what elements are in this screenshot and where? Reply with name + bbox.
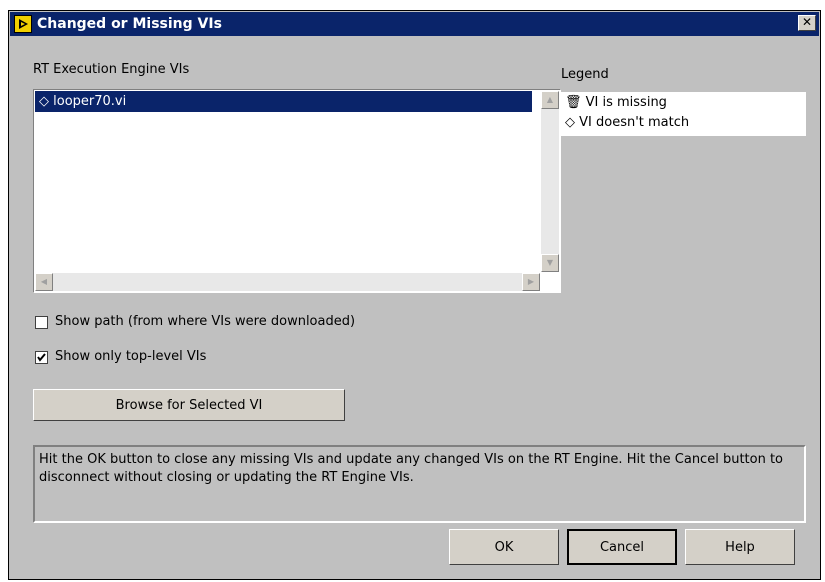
scroll-down-icon[interactable]: ▼ (541, 254, 559, 272)
horizontal-scrollbar[interactable]: ◀ ▶ (35, 273, 540, 291)
legend-item-missing: 🗑 VI is missing (565, 95, 667, 110)
help-button[interactable]: Help (685, 529, 795, 565)
scroll-right-icon[interactable]: ▶ (522, 273, 540, 291)
legend-label: Legend (561, 67, 609, 82)
vi-listbox[interactable]: ◇ looper70.vi ▲ ▼ ◀ ▶ (33, 89, 561, 293)
show-path-checkbox[interactable] (35, 316, 48, 329)
cancel-button[interactable]: Cancel (567, 529, 677, 565)
list-item-looper70[interactable]: ◇ looper70.vi (35, 91, 532, 112)
scroll-up-icon[interactable]: ▲ (541, 91, 559, 109)
show-path-label: Show path (from where VIs were downloade… (55, 314, 356, 329)
labview-app-icon (14, 15, 32, 33)
changed-missing-vis-dialog: Changed or Missing VIs ✕ RT Execution En… (8, 10, 821, 580)
legend-item-doesnt-match: ◇ VI doesn't match (565, 115, 690, 130)
message-box: Hit the OK button to close any missing V… (33, 445, 806, 523)
message-text: Hit the OK button to close any missing V… (39, 452, 784, 485)
browse-selected-vi-button[interactable]: Browse for Selected VI (33, 389, 345, 421)
show-top-level-label: Show only top-level VIs (55, 349, 207, 364)
title-bar: Changed or Missing VIs ✕ (10, 12, 819, 36)
show-top-level-checkbox[interactable] (35, 351, 48, 364)
close-button[interactable]: ✕ (798, 15, 816, 31)
scroll-left-icon[interactable]: ◀ (35, 273, 53, 291)
ok-button[interactable]: OK (449, 529, 559, 565)
legend-box: 🗑 VI is missing ◇ VI doesn't match (561, 92, 806, 136)
window-title: Changed or Missing VIs (37, 16, 222, 32)
vertical-scrollbar[interactable]: ▲ ▼ (541, 91, 559, 272)
checkmark-icon (37, 353, 46, 362)
list-label: RT Execution Engine VIs (33, 62, 190, 77)
